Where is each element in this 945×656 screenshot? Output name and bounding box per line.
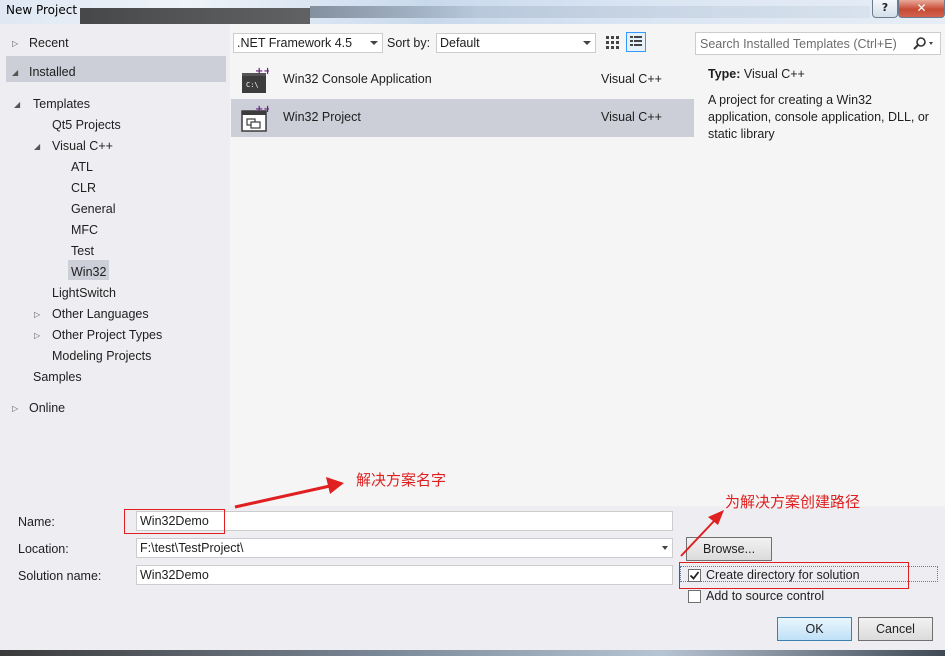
tree-item-win32[interactable]: Win32: [0, 262, 228, 283]
grid-view-icon: [606, 36, 619, 49]
console-app-icon: C:\ ++: [242, 66, 269, 93]
chevron-down-icon: [583, 41, 591, 45]
sort-select[interactable]: Default: [436, 33, 596, 53]
collapse-arrow-icon[interactable]: ◢: [34, 136, 40, 157]
window-title: New Project: [6, 3, 78, 17]
chevron-down-icon: [370, 41, 378, 45]
tree-item-label: Online: [29, 401, 66, 415]
location-label: Location:: [18, 542, 69, 556]
expand-arrow-icon[interactable]: ▷: [12, 398, 18, 419]
tree-item-mfc[interactable]: MFC: [0, 220, 228, 241]
template-language: Visual C++: [601, 72, 662, 86]
tree-item-other-languages[interactable]: ▷ Other Languages: [0, 304, 228, 325]
source-control-checkbox[interactable]: [688, 590, 701, 603]
tree-item-label: Visual C++: [52, 139, 113, 153]
ok-button[interactable]: OK: [777, 617, 852, 641]
tree-item-samples[interactable]: Samples: [0, 367, 228, 388]
win32-project-icon: ++: [241, 104, 269, 132]
tree-item-label: ATL: [71, 160, 93, 174]
framework-select[interactable]: .NET Framework 4.5: [233, 33, 383, 53]
list-view-button[interactable]: [626, 32, 646, 52]
solution-name-field[interactable]: Win32Demo: [136, 565, 673, 585]
expand-arrow-icon[interactable]: ▷: [12, 33, 18, 54]
template-item-win32-console[interactable]: C:\ ++ Win32 Console Application Visual …: [231, 61, 694, 99]
type-label: Type:: [708, 67, 741, 81]
tree-item-lightswitch[interactable]: LightSwitch: [0, 283, 228, 304]
tree-item-label: LightSwitch: [52, 286, 116, 300]
tree-item-atl[interactable]: ATL: [0, 157, 228, 178]
tree-item-qt5-projects[interactable]: Qt5 Projects: [0, 115, 228, 136]
template-language: Visual C++: [601, 110, 662, 124]
name-label: Name:: [18, 515, 55, 529]
close-icon: ✕: [916, 1, 927, 15]
help-button[interactable]: ?: [872, 0, 898, 18]
title-bar-background-gradient: [310, 6, 870, 18]
source-control-label: Add to source control: [706, 589, 825, 603]
tree-item-label: Modeling Projects: [52, 349, 152, 363]
template-type: Type: Visual C++: [708, 67, 805, 81]
window-bottom-edge: [0, 650, 945, 656]
tree-item-label: Win32: [71, 265, 107, 279]
search-placeholder: Search Installed Templates (Ctrl+E): [700, 37, 897, 51]
search-icon[interactable]: [912, 36, 936, 52]
cancel-button[interactable]: Cancel: [858, 617, 933, 641]
title-bar-background-shade: [80, 8, 310, 24]
expand-arrow-icon[interactable]: ▷: [34, 325, 40, 346]
template-name: Win32 Project: [283, 110, 361, 124]
tree-item-label: Samples: [33, 370, 82, 384]
tree-item-label: MFC: [71, 223, 99, 237]
tree-item-label: Installed: [29, 65, 76, 79]
tree-item-label: Other Project Types: [52, 328, 163, 342]
tree-item-online[interactable]: ▷ Online: [0, 398, 228, 419]
expand-arrow-icon[interactable]: ▷: [34, 304, 40, 325]
create-directory-annotation-box: [679, 562, 909, 589]
tree-item-label: Test: [71, 244, 94, 258]
tree-item-clr[interactable]: CLR: [0, 178, 228, 199]
tree-item-modeling-projects[interactable]: Modeling Projects: [0, 346, 228, 367]
tree-item-test[interactable]: Test: [0, 241, 228, 262]
svg-text:++: ++: [255, 104, 269, 115]
tree-item-visual-c[interactable]: ◢ Visual C++: [0, 136, 228, 157]
tree-item-label: Qt5 Projects: [52, 118, 121, 132]
template-item-win32-project[interactable]: ++ Win32 Project Visual C++: [231, 99, 694, 137]
solution-name-label: Solution name:: [18, 569, 102, 583]
tree-item-label: Recent: [29, 36, 69, 50]
sort-select-value: Default: [440, 36, 480, 50]
template-description: A project for creating a Win32 applicati…: [708, 93, 929, 141]
tree-item-label: Templates: [33, 97, 90, 111]
name-annotation-text: 解决方案名字: [356, 471, 447, 489]
template-name: Win32 Console Application: [283, 72, 432, 86]
close-button[interactable]: ✕: [898, 0, 945, 18]
collapse-arrow-icon[interactable]: ◢: [14, 94, 20, 115]
sort-by-label: Sort by:: [387, 36, 431, 50]
tree-item-installed[interactable]: ◢ Installed: [0, 62, 228, 83]
collapse-arrow-icon[interactable]: ◢: [12, 62, 18, 83]
tree-item-templates[interactable]: ◢ Templates: [0, 94, 228, 115]
tree-item-general[interactable]: General: [0, 199, 228, 220]
tree-item-other-project-types[interactable]: ▷ Other Project Types: [0, 325, 228, 346]
name-annotation-box: [124, 509, 225, 534]
small-icons-view-button[interactable]: [603, 32, 623, 52]
chevron-down-icon[interactable]: [662, 546, 668, 550]
svg-text:C:\: C:\: [246, 81, 259, 89]
tree-item-label: General: [71, 202, 116, 216]
path-annotation-text: 为解决方案创建路径: [725, 493, 861, 511]
browse-button[interactable]: Browse...: [686, 537, 772, 561]
framework-select-value: .NET Framework 4.5: [237, 36, 353, 50]
tree-item-label: CLR: [71, 181, 97, 195]
tree-item-label: Other Languages: [52, 307, 149, 321]
location-field[interactable]: F:\test\TestProject\: [136, 538, 673, 558]
type-value: Visual C++: [743, 67, 805, 81]
location-value: F:\test\TestProject\: [140, 541, 244, 555]
tree-item-recent[interactable]: ▷ Recent: [0, 33, 228, 54]
svg-text:++: ++: [255, 66, 269, 77]
search-input[interactable]: Search Installed Templates (Ctrl+E): [695, 32, 941, 55]
title-bar: New Project ? ✕: [0, 0, 945, 24]
list-view-icon: [630, 36, 642, 46]
